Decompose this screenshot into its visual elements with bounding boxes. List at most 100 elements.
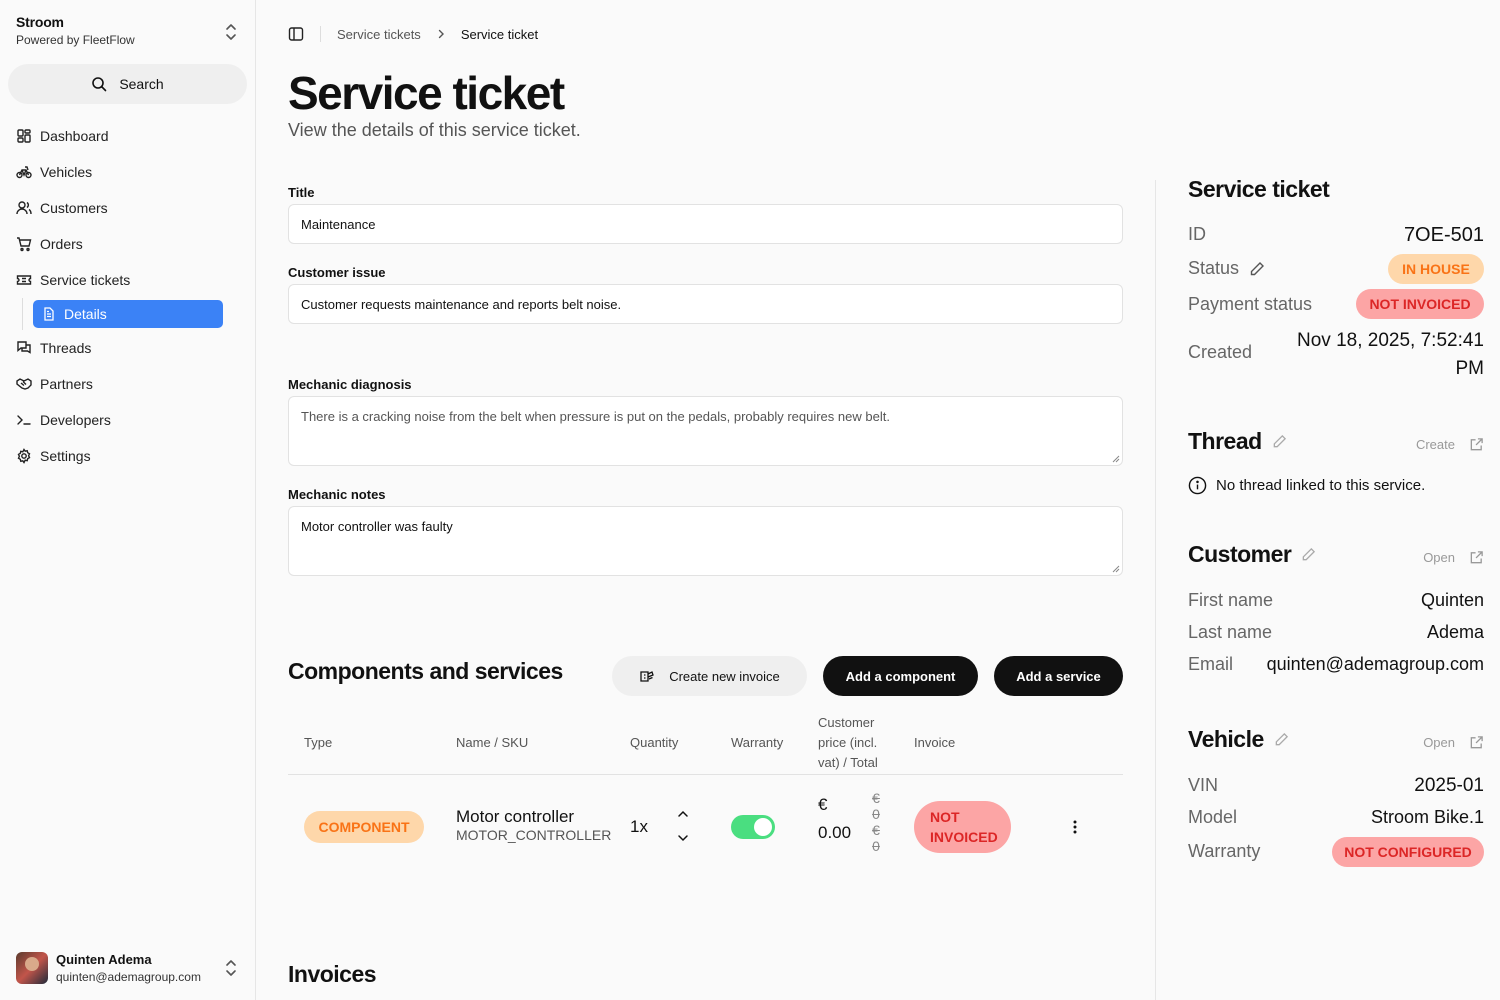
col-name-sku: Name / SKU bbox=[456, 735, 529, 750]
more-vertical-icon[interactable] bbox=[1068, 818, 1082, 836]
external-link-icon bbox=[1470, 736, 1483, 749]
org-switcher[interactable]: Stroom Powered by FleetFlow bbox=[16, 14, 135, 47]
total-value-2: 0 bbox=[872, 838, 880, 854]
components-title: Components and services bbox=[288, 658, 563, 684]
col-warranty: Warranty bbox=[731, 735, 784, 750]
warranty-badge: NOT CONFIGURED bbox=[1332, 837, 1484, 867]
nav-service-tickets[interactable]: Service tickets bbox=[8, 262, 248, 298]
component-sku: MOTOR_CONTROLLER bbox=[456, 827, 612, 843]
resize-handle-icon[interactable] bbox=[1112, 455, 1120, 463]
pencil-icon[interactable] bbox=[1301, 547, 1316, 562]
nav-vehicles-label: Vehicles bbox=[40, 164, 93, 180]
total-value-1: 0 bbox=[872, 806, 880, 822]
nav-customers-label: Customers bbox=[40, 200, 108, 216]
invoice-status-line2: INVOICED bbox=[930, 829, 998, 845]
search-button[interactable]: Search bbox=[8, 64, 247, 104]
cart-icon bbox=[17, 237, 32, 252]
info-icon bbox=[1188, 476, 1207, 495]
title-input[interactable]: Maintenance bbox=[288, 204, 1123, 244]
last-name-label: Last name bbox=[1188, 622, 1273, 642]
invoices-title: Invoices bbox=[288, 961, 377, 987]
chevrons-up-down-icon[interactable] bbox=[222, 22, 240, 42]
title-value: Maintenance bbox=[301, 216, 376, 232]
sidebar: Stroom Powered by FleetFlow Search Dashb… bbox=[0, 0, 256, 1000]
price-value: 0.00 bbox=[818, 823, 852, 842]
nav-threads[interactable]: Threads bbox=[8, 330, 248, 366]
customer-issue-input[interactable]: Customer requests maintenance and report… bbox=[288, 284, 1123, 324]
total-currency-2: € bbox=[872, 822, 880, 838]
pencil-icon[interactable] bbox=[1249, 261, 1265, 277]
nav-details[interactable]: Details bbox=[33, 300, 223, 328]
user-email: quinten@ademagroup.com bbox=[56, 970, 201, 984]
vehicle-section: Vehicle Open VIN 2025-01 Model Stroom Bi… bbox=[1188, 726, 1484, 871]
nav-dashboard[interactable]: Dashboard bbox=[8, 118, 248, 154]
dashboard-icon bbox=[17, 129, 31, 143]
chevron-right-icon bbox=[438, 29, 444, 39]
terminal-icon bbox=[17, 415, 31, 425]
page-title: Service ticket bbox=[288, 67, 565, 119]
nav-settings[interactable]: Settings bbox=[8, 438, 248, 474]
model-value: Stroom Bike.1 bbox=[1370, 807, 1484, 827]
resize-handle-icon[interactable] bbox=[1112, 565, 1120, 573]
nav-threads-label: Threads bbox=[40, 340, 92, 356]
breadcrumb-current: Service ticket bbox=[460, 26, 539, 42]
vehicle-open-label: Open bbox=[1423, 735, 1455, 750]
ticket-status-label-wrap: Status bbox=[1188, 258, 1265, 279]
brand-subtitle: Powered by FleetFlow bbox=[16, 33, 135, 47]
panel-divider bbox=[1155, 180, 1156, 1000]
chevrons-up-down-icon[interactable] bbox=[222, 958, 240, 978]
customer-open-link[interactable]: Open bbox=[1423, 550, 1484, 565]
nav-settings-label: Settings bbox=[40, 448, 91, 464]
vehicle-title-text: Vehicle bbox=[1188, 726, 1264, 752]
search-label: Search bbox=[119, 76, 164, 92]
external-link-icon bbox=[1470, 551, 1483, 564]
total-currency-1: € bbox=[872, 790, 880, 806]
chevron-up-icon[interactable] bbox=[676, 808, 690, 820]
thread-create-label: Create bbox=[1415, 437, 1455, 452]
vin-label: VIN bbox=[1188, 775, 1219, 795]
mechanic-notes-textarea[interactable]: Motor controller was faulty bbox=[288, 506, 1123, 576]
create-invoice-button[interactable]: Create new invoice bbox=[612, 656, 807, 696]
nav-vehicles[interactable]: Vehicles bbox=[8, 154, 248, 190]
nav-partners[interactable]: Partners bbox=[8, 366, 248, 402]
breadcrumb-divider bbox=[320, 26, 321, 42]
pencil-icon[interactable] bbox=[1274, 732, 1289, 747]
nav-orders-label: Orders bbox=[40, 236, 83, 252]
created-date: Nov 18, 2025, 7:52:41 bbox=[1297, 330, 1484, 351]
chevron-down-icon[interactable] bbox=[676, 832, 690, 844]
email-label: Email bbox=[1188, 654, 1234, 674]
nav-orders[interactable]: Orders bbox=[8, 226, 248, 262]
first-name-label: First name bbox=[1188, 590, 1274, 610]
pencil-icon[interactable] bbox=[1272, 434, 1287, 449]
customer-open-label: Open bbox=[1423, 550, 1455, 565]
warranty-toggle[interactable] bbox=[731, 815, 775, 839]
model-label: Model bbox=[1188, 807, 1238, 827]
breadcrumb-parent[interactable]: Service tickets bbox=[337, 27, 421, 42]
col-quantity: Quantity bbox=[630, 735, 679, 750]
thread-create-link[interactable]: Create bbox=[1416, 437, 1484, 452]
mechanic-notes-label: Mechanic notes bbox=[288, 487, 386, 502]
brand-name: Stroom bbox=[16, 14, 64, 30]
user-menu[interactable]: Quinten Adema quinten@ademagroup.com bbox=[16, 950, 246, 986]
nav-customers[interactable]: Customers bbox=[8, 190, 248, 226]
nav-developers[interactable]: Developers bbox=[8, 402, 248, 438]
add-service-label: Add a service bbox=[1016, 668, 1101, 684]
add-component-button[interactable]: Add a component bbox=[823, 656, 978, 696]
nav-developers-label: Developers bbox=[40, 412, 111, 428]
table-header-divider bbox=[288, 774, 1123, 775]
col-price-line2: price (incl. bbox=[818, 735, 878, 750]
ticket-summary: Service ticket ID 7OE-501 Status IN HOUS… bbox=[1188, 176, 1484, 386]
customer-section: Customer Open First name Quinten Last na… bbox=[1188, 541, 1484, 681]
col-type: Type bbox=[304, 735, 333, 750]
users-icon bbox=[16, 201, 32, 215]
created-value: Nov 18, 2025, 7:52:41 PM bbox=[1297, 327, 1484, 383]
ticket-summary-title-text: Service ticket bbox=[1188, 176, 1330, 202]
mechanic-diagnosis-textarea[interactable]: There is a cracking noise from the belt … bbox=[288, 396, 1123, 466]
nav-dashboard-label: Dashboard bbox=[40, 128, 109, 144]
avatar bbox=[16, 952, 48, 984]
breadcrumb: Service tickets Service ticket bbox=[288, 25, 538, 43]
vehicle-open-link[interactable]: Open bbox=[1423, 735, 1484, 750]
sidebar-toggle-icon[interactable] bbox=[288, 26, 304, 42]
status-badge[interactable]: IN HOUSE bbox=[1388, 254, 1484, 284]
add-service-button[interactable]: Add a service bbox=[994, 656, 1123, 696]
